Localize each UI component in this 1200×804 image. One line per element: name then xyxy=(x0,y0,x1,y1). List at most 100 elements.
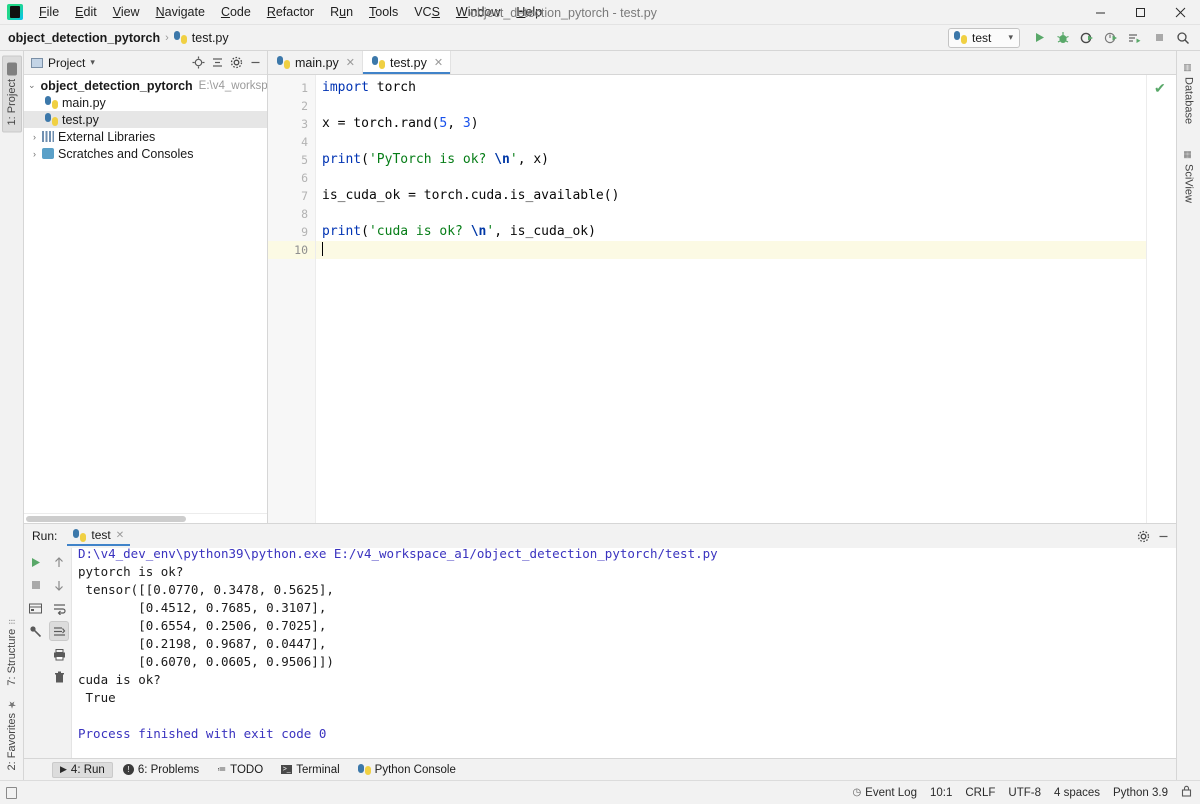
sidebar-tab-database[interactable]: ▥ Database xyxy=(1180,57,1198,130)
profile-button[interactable] xyxy=(1100,27,1122,49)
project-horizontal-scrollbar[interactable] xyxy=(24,513,267,523)
soft-wrap-icon[interactable] xyxy=(49,598,69,618)
menu-run[interactable]: Run xyxy=(322,2,361,22)
line-number: 3 xyxy=(301,117,308,131)
run-config-name: test xyxy=(972,30,992,45)
indent-setting[interactable]: 4 spaces xyxy=(1054,787,1100,799)
run-console-output[interactable]: D:\v4_dev_env\python39\python.exe E:/v4_… xyxy=(72,548,1176,758)
stop-icon[interactable] xyxy=(26,575,46,595)
console-icon[interactable] xyxy=(26,598,46,618)
up-icon[interactable] xyxy=(49,552,69,572)
sidebar-tab-project[interactable]: 1: Project xyxy=(1,55,22,133)
hide-icon[interactable] xyxy=(1154,527,1172,545)
line-separator[interactable]: CRLF xyxy=(965,787,995,799)
console-line: [0.6554, 0.2506, 0.7025], xyxy=(78,618,327,633)
todo-icon: ≔ xyxy=(217,764,227,774)
collapse-all-icon[interactable] xyxy=(208,54,226,72)
status-memory-icon[interactable] xyxy=(6,786,17,799)
menu-file[interactable]: File xyxy=(31,2,67,22)
minimize-button[interactable] xyxy=(1080,0,1120,25)
breadcrumb-project[interactable]: object_detection_pytorch xyxy=(8,31,160,45)
project-panel-title[interactable]: Project ▾ xyxy=(31,56,95,70)
editor-inspection-gutter[interactable]: ✔ xyxy=(1146,75,1176,523)
bottom-tool-bar: ▶ 4: Run ! 6: Problems ≔ TODO >_ Termina… xyxy=(24,758,1176,780)
menu-view[interactable]: View xyxy=(105,2,148,22)
run-tests-button[interactable] xyxy=(1124,27,1146,49)
menu-vcs[interactable]: VCS xyxy=(406,2,448,22)
bottom-tab-problems[interactable]: ! 6: Problems xyxy=(115,762,207,778)
breadcrumb-file[interactable]: test.py xyxy=(173,31,229,45)
chevron-right-icon[interactable]: › xyxy=(28,132,41,142)
console-line: D:\v4_dev_env\python39\python.exe E:/v4_… xyxy=(78,548,718,561)
settings-icon[interactable] xyxy=(1134,527,1152,545)
event-log-button[interactable]: ◷ Event Log xyxy=(852,787,917,799)
menu-code[interactable]: Code xyxy=(213,2,259,22)
code-content[interactable]: import torch x = torch.rand(5, 3) print(… xyxy=(316,75,1146,523)
tree-item-test-py[interactable]: test.py xyxy=(24,111,267,128)
code-line-10 xyxy=(316,241,1146,259)
inspection-ok-icon[interactable]: ✔ xyxy=(1154,81,1166,95)
rerun-icon[interactable] xyxy=(26,552,46,572)
close-icon[interactable]: ✕ xyxy=(346,56,355,69)
run-coverage-button[interactable] xyxy=(1076,27,1098,49)
tree-item-external-libraries[interactable]: › External Libraries xyxy=(24,128,267,145)
code-line-1: import torch xyxy=(316,79,1146,97)
interpreter-selector[interactable]: Python 3.9 xyxy=(1113,787,1168,799)
bottom-tab-run[interactable]: ▶ 4: Run xyxy=(52,761,113,778)
line-number: 6 xyxy=(301,171,308,185)
event-log-icon: ◷ xyxy=(852,787,862,798)
locate-icon[interactable] xyxy=(189,54,207,72)
close-button[interactable] xyxy=(1160,0,1200,25)
close-icon[interactable]: ✕ xyxy=(116,530,124,541)
scrollbar-thumb[interactable] xyxy=(26,516,186,522)
debug-button[interactable] xyxy=(1052,27,1074,49)
run-tab-test[interactable]: test ✕ xyxy=(67,526,131,546)
menu-refactor[interactable]: Refactor xyxy=(259,2,322,22)
pin-icon[interactable] xyxy=(26,621,46,641)
bottom-tab-python-console[interactable]: Python Console xyxy=(350,762,464,778)
sciview-icon: ▦ xyxy=(1183,150,1194,161)
chevron-right-icon[interactable]: › xyxy=(28,149,41,159)
caret-position[interactable]: 10:1 xyxy=(930,787,952,799)
file-encoding[interactable]: UTF-8 xyxy=(1008,787,1041,799)
sidebar-tab-favorites[interactable]: 2: Favorites ★ xyxy=(3,692,21,776)
down-icon[interactable] xyxy=(49,575,69,595)
python-file-icon xyxy=(173,31,187,44)
maximize-button[interactable] xyxy=(1120,0,1160,25)
code-editor[interactable]: 1 2 3 4 5 6 7 8 9 10 import torch x = to… xyxy=(268,75,1176,523)
run-configuration-selector[interactable]: test ▾ xyxy=(948,27,1020,48)
chevron-down-icon: ▾ xyxy=(1008,32,1013,42)
tree-item-scratches-consoles[interactable]: › Scratches and Consoles xyxy=(24,145,267,162)
window-title: object_detection_pytorch - test.py xyxy=(470,5,657,20)
sidebar-tab-sciview[interactable]: ▦ SciView xyxy=(1180,144,1198,209)
tree-item-label: External Libraries xyxy=(58,129,156,144)
tree-item-project-root[interactable]: ⌄ object_detection_pytorch E:\v4_worksp xyxy=(24,77,267,94)
settings-icon[interactable] xyxy=(227,54,245,72)
menu-tools[interactable]: Tools xyxy=(361,2,406,22)
stop-button[interactable] xyxy=(1148,27,1170,49)
navigation-bar: object_detection_pytorch › test.py test … xyxy=(0,25,1200,51)
menu-navigate[interactable]: Navigate xyxy=(148,2,213,22)
token-text: ( xyxy=(361,152,369,167)
run-button[interactable] xyxy=(1028,27,1050,49)
bottom-tab-todo[interactable]: ≔ TODO xyxy=(209,762,271,778)
print-icon[interactable] xyxy=(49,644,69,664)
editor-gutter[interactable]: 1 2 3 4 5 6 7 8 9 10 xyxy=(268,75,316,523)
trash-icon[interactable] xyxy=(49,667,69,687)
chevron-down-icon[interactable]: ⌄ xyxy=(28,80,36,91)
tree-item-main-py[interactable]: main.py xyxy=(24,94,267,111)
token-escape: \n xyxy=(470,224,487,239)
editor-tab-main-py[interactable]: main.py ✕ xyxy=(268,51,363,74)
lock-icon[interactable] xyxy=(1181,785,1192,800)
menu-edit[interactable]: Edit xyxy=(67,2,105,22)
sidebar-tab-structure[interactable]: 7: Structure ⁝⁝ xyxy=(3,613,21,692)
hide-icon[interactable] xyxy=(246,54,264,72)
editor-tab-test-py[interactable]: test.py ✕ xyxy=(363,51,452,74)
search-everywhere-button[interactable] xyxy=(1172,27,1194,49)
close-icon[interactable]: ✕ xyxy=(434,56,443,69)
scroll-to-end-icon[interactable] xyxy=(49,621,70,641)
bottom-tab-terminal[interactable]: >_ Terminal xyxy=(273,762,347,778)
